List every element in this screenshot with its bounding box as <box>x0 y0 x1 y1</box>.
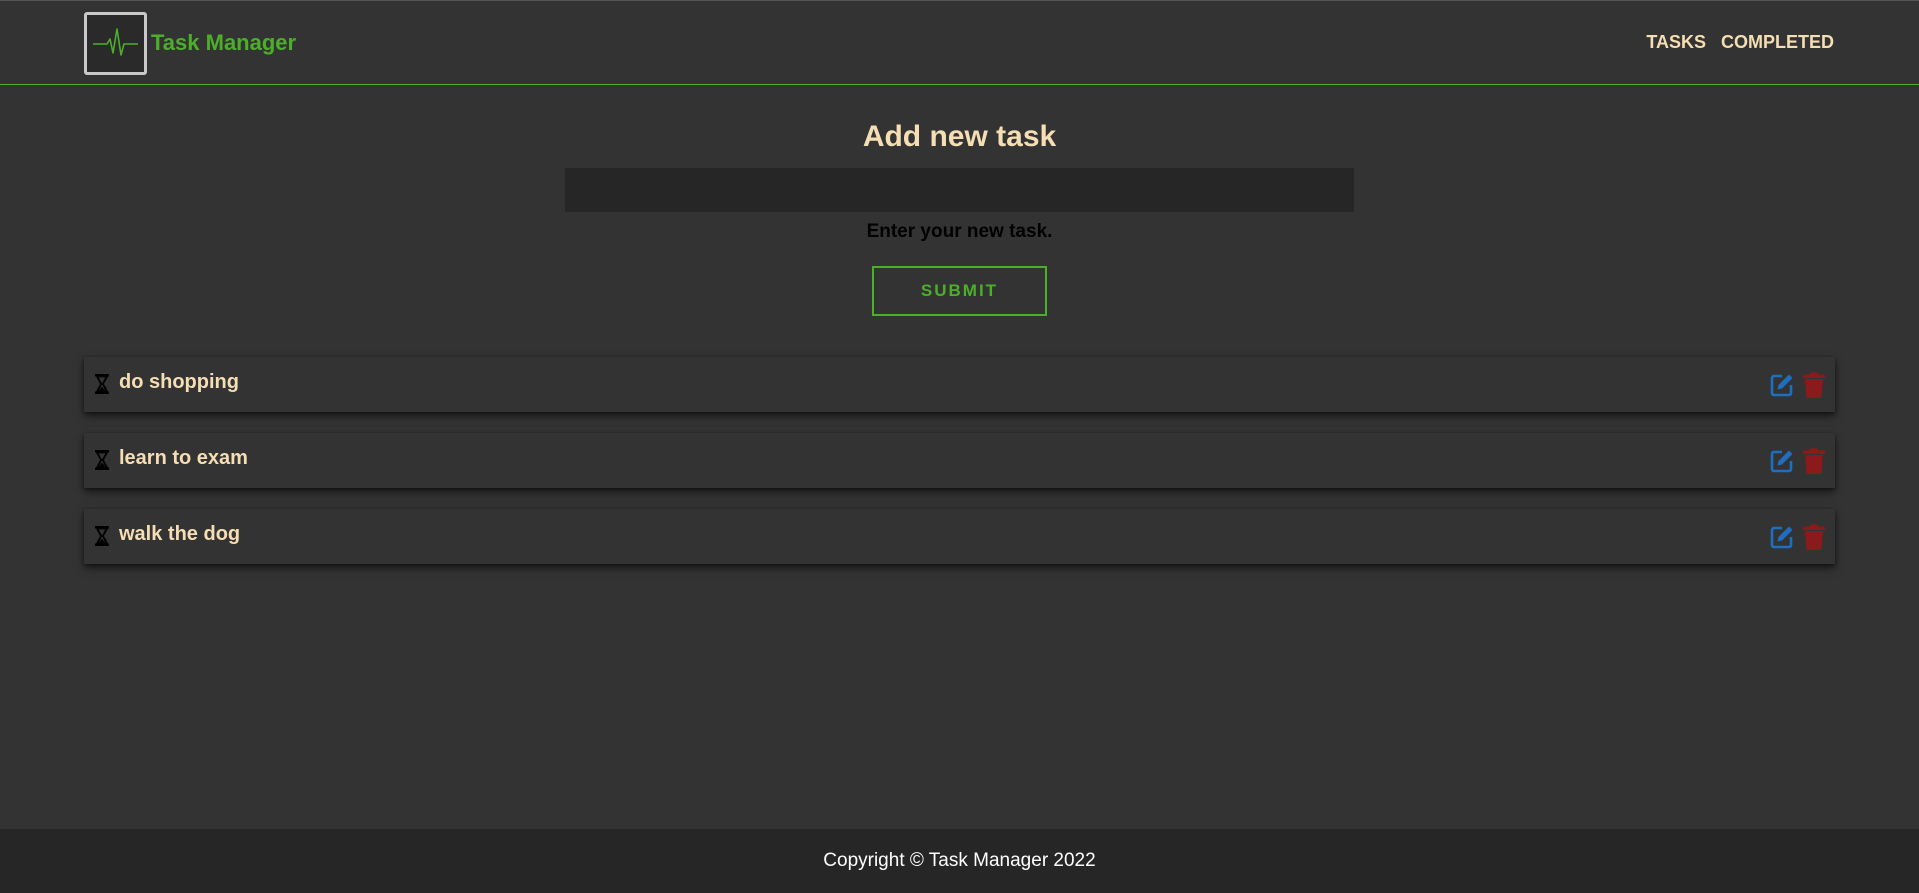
hourglass-icon <box>95 450 109 470</box>
trash-icon[interactable] <box>1803 524 1825 550</box>
trash-icon[interactable] <box>1803 448 1825 474</box>
edit-icon[interactable] <box>1769 524 1795 550</box>
task-item: walk the dog <box>84 509 1835 564</box>
task-list: do shopping learn to exam walk the dog <box>84 357 1835 585</box>
nav-tasks-link[interactable]: TASKS <box>1646 32 1706 53</box>
task-text: do shopping <box>119 371 239 393</box>
task-item: learn to exam <box>84 433 1835 488</box>
edit-icon[interactable] <box>1769 372 1795 398</box>
hourglass-icon <box>95 526 109 546</box>
form-title: Add new task <box>862 120 1057 153</box>
input-helper-text: Enter your new task. <box>866 221 1053 242</box>
footer: Copyright © Task Manager 2022 <box>0 829 1919 893</box>
heartbeat-monitor-icon[interactable] <box>84 12 147 75</box>
nav-completed-link[interactable]: COMPLETED <box>1721 32 1834 53</box>
edit-icon[interactable] <box>1769 448 1795 474</box>
navbar: Task Manager TASKS COMPLETED <box>0 0 1919 85</box>
hourglass-icon <box>95 374 109 394</box>
submit-button[interactable]: SUBMIT <box>872 266 1047 316</box>
trash-icon[interactable] <box>1803 372 1825 398</box>
nav-links: TASKS COMPLETED <box>1646 32 1834 53</box>
copyright-text: Copyright © Task Manager 2022 <box>823 850 1096 871</box>
new-task-input[interactable] <box>565 168 1354 212</box>
brand-link[interactable]: Task Manager <box>151 30 296 56</box>
task-item: do shopping <box>84 357 1835 412</box>
task-text: walk the dog <box>119 523 241 545</box>
task-text: learn to exam <box>119 447 248 469</box>
